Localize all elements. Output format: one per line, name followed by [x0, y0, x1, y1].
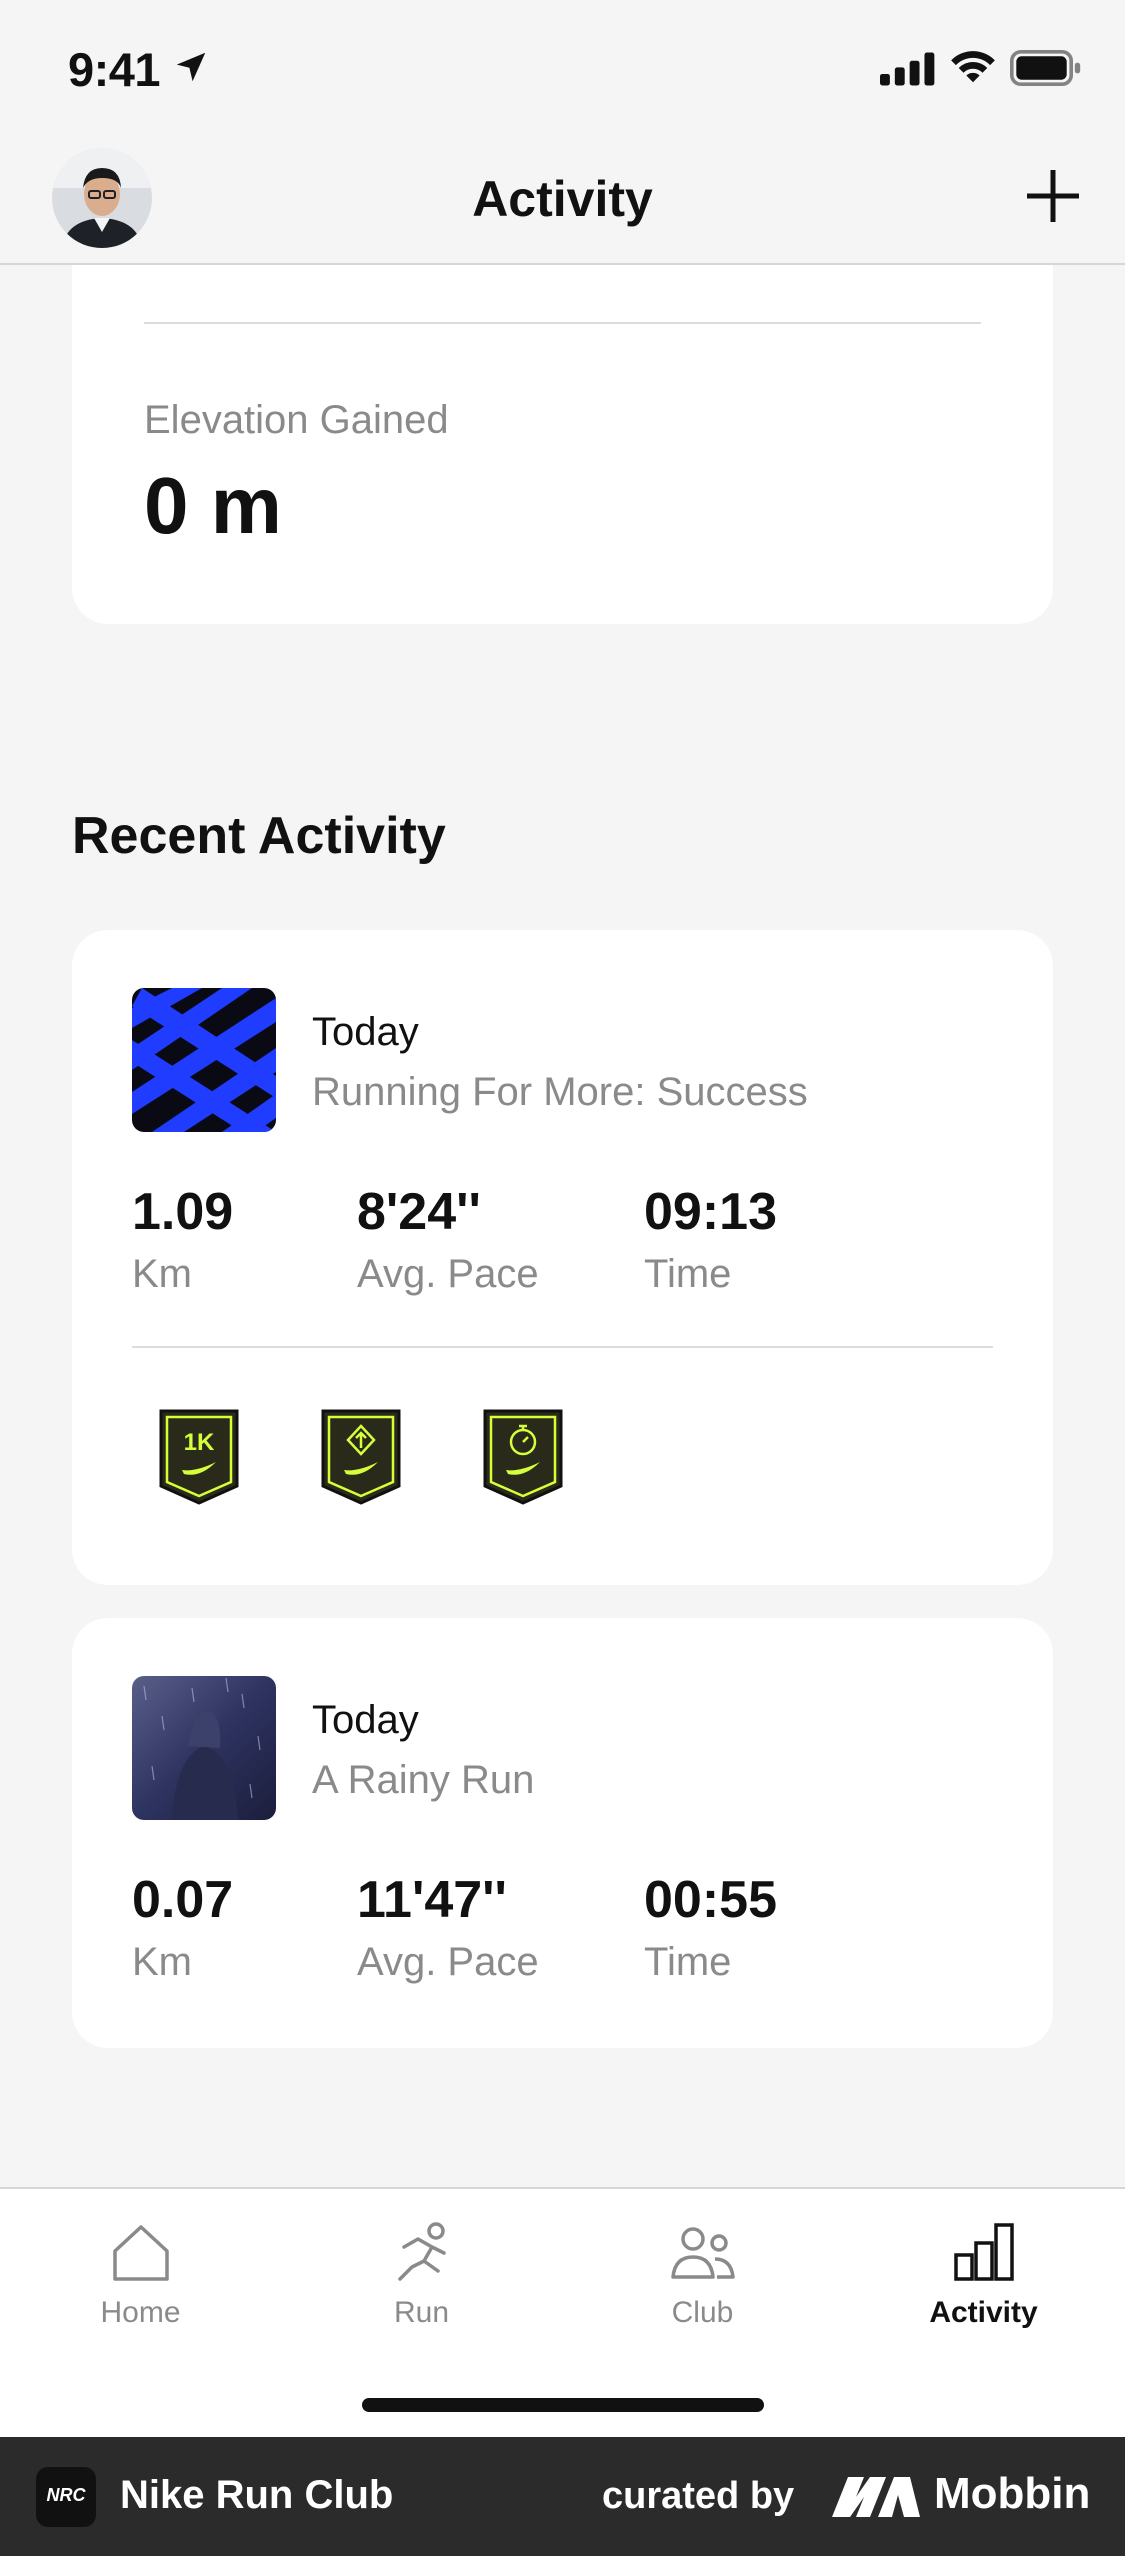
- recent-activity-title: Recent Activity: [72, 807, 446, 865]
- tab-run[interactable]: Run: [281, 2189, 562, 2349]
- status-time: 9:41: [68, 43, 161, 96]
- home-indicator: [362, 2398, 764, 2412]
- battery-icon: [1010, 50, 1081, 86]
- summary-card: Elevation Gained 0 m: [72, 265, 1053, 624]
- tab-run-label: Run: [393, 2296, 450, 2329]
- footer-banner: NRC Nike Run Club curated by Mobbin: [0, 2437, 1125, 2556]
- home-icon: [113, 2225, 169, 2281]
- pace-value: 8'24'': [357, 1183, 481, 1241]
- distance-label: Km: [132, 1940, 192, 1984]
- activity-date: Today: [312, 1010, 419, 1054]
- pace-label: Avg. Pace: [357, 1252, 539, 1296]
- time-value: 00:55: [644, 1871, 777, 1929]
- page-title: Activity: [472, 171, 653, 227]
- wifi-icon: [951, 51, 995, 83]
- activity-name: Running For More: Success: [312, 1070, 808, 1114]
- curated-by-label: curated by: [602, 2475, 795, 2517]
- time-label: Time: [644, 1940, 732, 1984]
- badge-1k-icon[interactable]: 1K: [158, 1408, 240, 1506]
- badge-stopwatch-icon[interactable]: [482, 1408, 564, 1506]
- elevation-label: Elevation Gained: [144, 398, 449, 442]
- top-nav-bar: Activity: [0, 140, 1125, 265]
- time-label: Time: [644, 1252, 732, 1296]
- distance-label: Km: [132, 1252, 192, 1296]
- pace-label: Avg. Pace: [357, 1940, 539, 1984]
- activity-name: A Rainy Run: [312, 1758, 535, 1802]
- badge-direction-icon[interactable]: [320, 1408, 402, 1506]
- tab-home-label: Home: [100, 2296, 181, 2329]
- activity-icon: [954, 2223, 1014, 2281]
- tab-club[interactable]: Club: [562, 2189, 843, 2349]
- distance-value: 0.07: [132, 1871, 234, 1929]
- activity-card[interactable]: Today A Rainy Run 0.07 Km 11'47'' Avg. P…: [72, 1618, 1053, 2048]
- location-arrow-icon: [176, 52, 206, 82]
- guided-run-artwork: [132, 988, 276, 1132]
- pace-value: 11'47'': [357, 1871, 507, 1929]
- tab-activity[interactable]: Activity: [843, 2189, 1124, 2349]
- activity-thumbnail: [132, 1676, 276, 1820]
- tab-club-label: Club: [671, 2296, 734, 2329]
- app-name: Nike Run Club: [120, 2473, 394, 2517]
- club-icon: [671, 2227, 735, 2279]
- cellular-signal-icon: [880, 52, 935, 86]
- summary-divider: [144, 322, 981, 324]
- activity-card[interactable]: Today Running For More: Success 1.09 Km …: [72, 930, 1053, 1585]
- tab-activity-label: Activity: [929, 2296, 1038, 2329]
- nrc-logo-text: NRC: [46, 2485, 86, 2505]
- nrc-logo: NRC: [36, 2467, 96, 2527]
- activity-date: Today: [312, 1698, 419, 1742]
- time-value: 09:13: [644, 1183, 777, 1241]
- run-icon: [398, 2222, 446, 2281]
- activity-thumbnail: [132, 988, 276, 1132]
- activity-divider: [132, 1346, 993, 1348]
- add-button[interactable]: [1021, 164, 1085, 228]
- badge-1k-text: 1K: [184, 1429, 215, 1456]
- mobbin-brand: Mobbin: [934, 2469, 1091, 2518]
- tab-home[interactable]: Home: [0, 2189, 281, 2349]
- rainy-run-artwork: [132, 1676, 276, 1820]
- mobbin-logo-icon: [832, 2477, 920, 2517]
- elevation-value: 0 m: [144, 461, 282, 550]
- status-bar: 9:41: [0, 0, 1125, 140]
- distance-value: 1.09: [132, 1183, 234, 1241]
